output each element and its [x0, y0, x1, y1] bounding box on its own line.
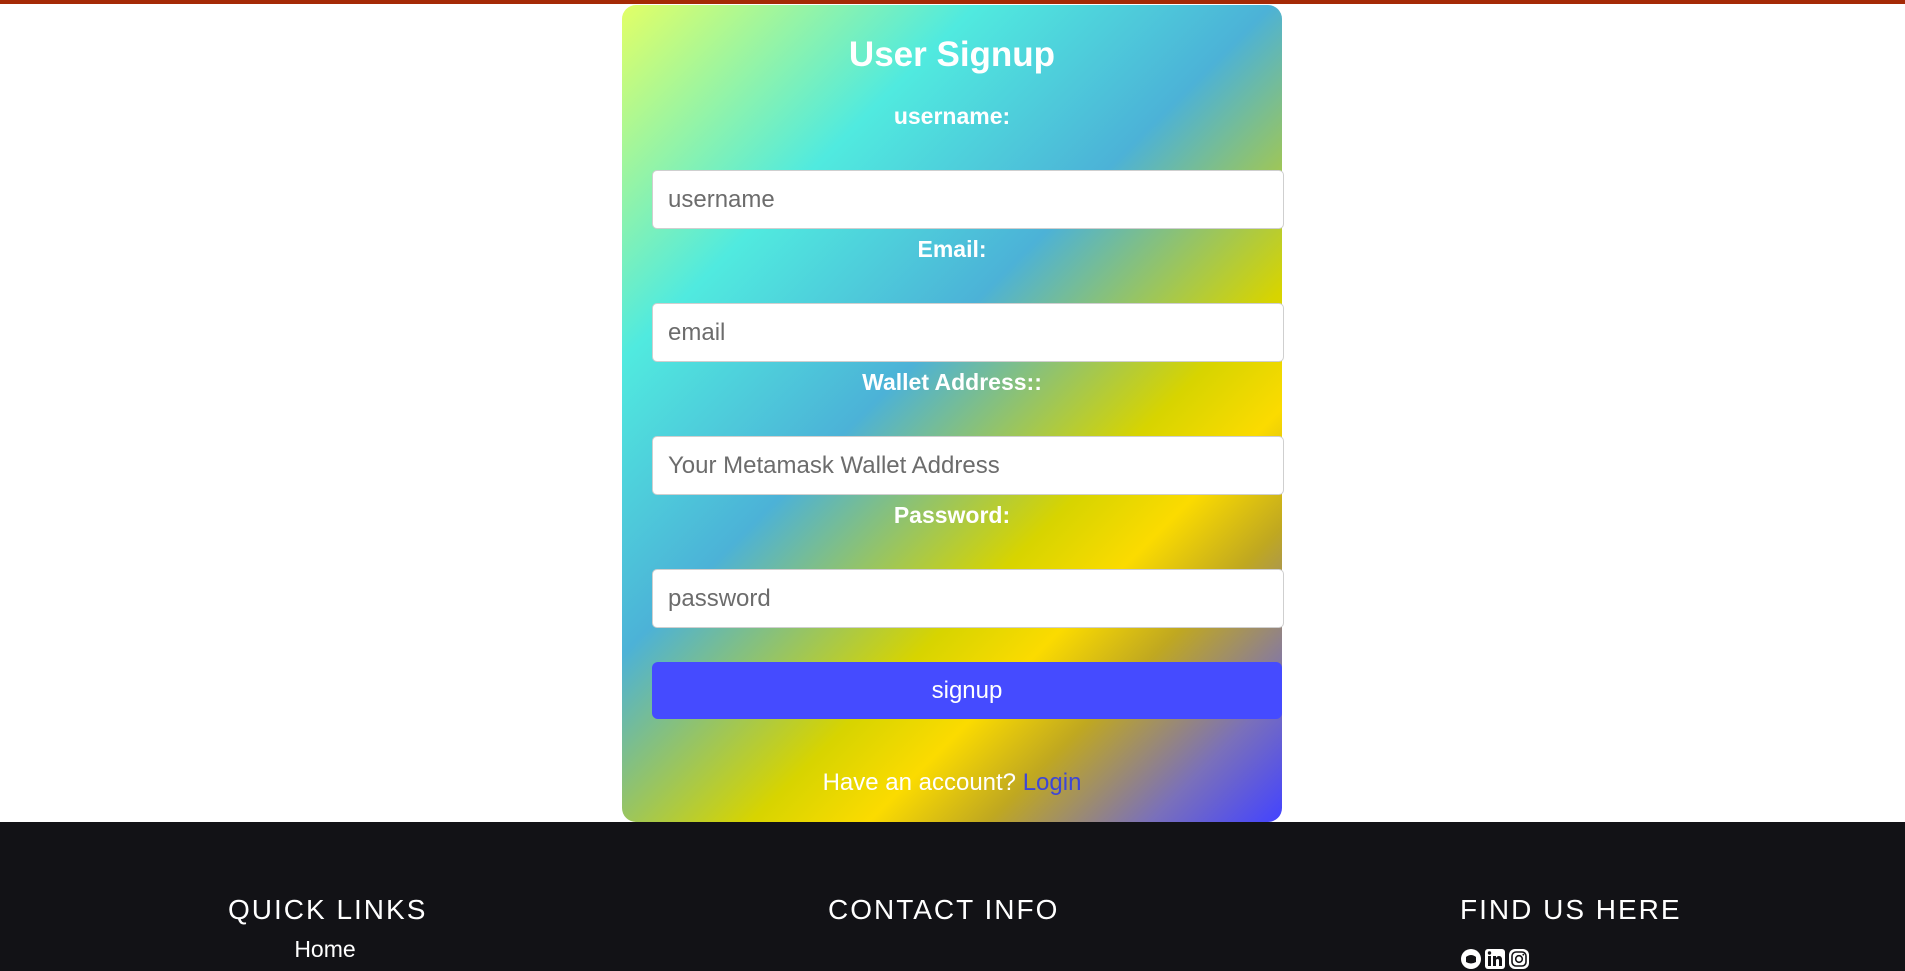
wallet-address-input[interactable] — [652, 436, 1284, 495]
find-us-heading: FIND US HERE — [1460, 894, 1682, 925]
username-label: username: — [893, 103, 1011, 129]
quick-links-heading: QUICK LINKS — [228, 894, 428, 925]
email-input[interactable] — [652, 303, 1284, 362]
top-accent-bar — [0, 0, 1905, 4]
username-input[interactable] — [652, 170, 1284, 229]
page: User Signup username: Email: Wallet Addr… — [0, 0, 1905, 971]
footer-link-home[interactable]: Home — [228, 936, 422, 963]
github-icon[interactable] — [1460, 948, 1482, 970]
password-input[interactable] — [652, 569, 1284, 628]
footer-find-us: FIND US HERE — [1460, 894, 1682, 970]
wallet-address-label: Wallet Address:: — [862, 369, 1042, 395]
footer: QUICK LINKS Home CONTACT INFO FIND US HE… — [0, 822, 1905, 971]
contact-info-heading: CONTACT INFO — [828, 894, 1060, 925]
login-link[interactable]: Login — [1023, 769, 1082, 796]
password-label: Password: — [893, 502, 1011, 528]
social-icons — [1460, 948, 1682, 970]
footer-contact-info: CONTACT INFO — [828, 894, 1059, 926]
linkedin-icon[interactable] — [1484, 948, 1506, 970]
have-account-row: Have an account? Login — [622, 769, 1282, 797]
signup-card: User Signup username: Email: Wallet Addr… — [622, 5, 1284, 822]
signup-button[interactable]: signup — [652, 662, 1282, 719]
instagram-icon[interactable] — [1508, 948, 1530, 970]
page-title: User Signup — [848, 35, 1056, 74]
email-label: Email: — [917, 236, 987, 262]
have-account-text: Have an account? — [822, 769, 1017, 796]
footer-quick-links: QUICK LINKS Home — [228, 894, 428, 963]
